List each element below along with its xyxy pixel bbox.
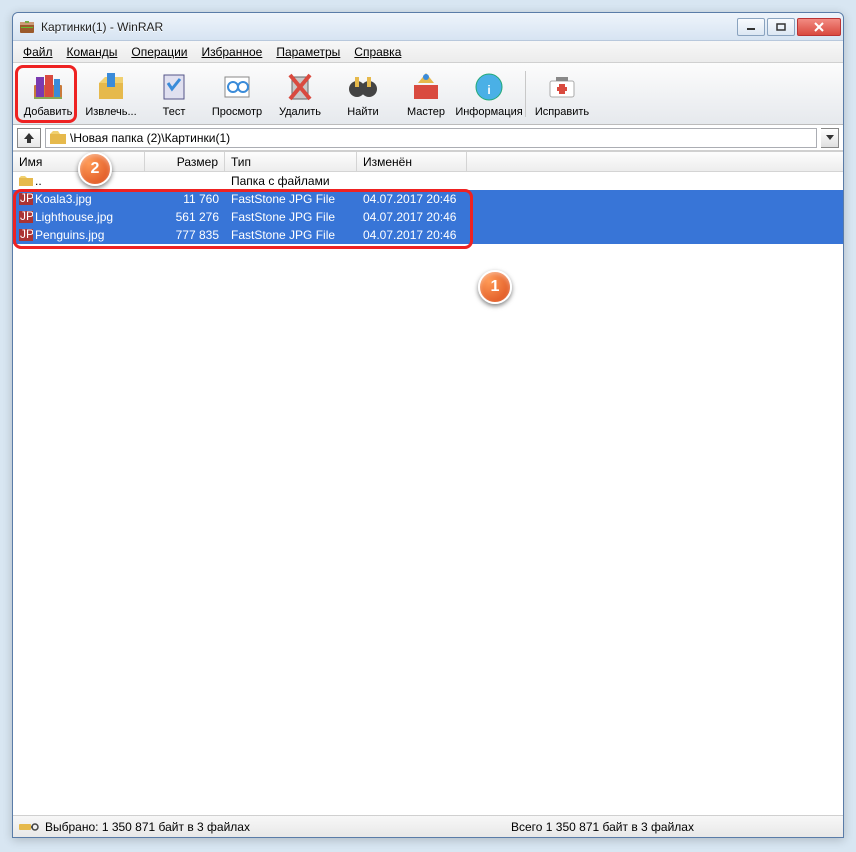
- extract-icon: [93, 69, 129, 105]
- svg-text:JPG: JPG: [20, 193, 33, 205]
- maximize-button[interactable]: [767, 18, 795, 36]
- winrar-icon: [19, 19, 35, 35]
- column-header-row: Имя Размер Тип Изменён: [13, 152, 843, 172]
- first-aid-icon: [544, 69, 580, 105]
- repair-button[interactable]: Исправить: [531, 66, 593, 122]
- menubar: Файл Команды Операции Избранное Параметр…: [13, 41, 843, 63]
- menu-options[interactable]: Параметры: [270, 43, 346, 61]
- column-type[interactable]: Тип: [225, 152, 357, 171]
- wizard-icon: [408, 69, 444, 105]
- add-button[interactable]: Добавить: [17, 66, 79, 122]
- window-title: Картинки(1) - WinRAR: [41, 20, 737, 34]
- test-button[interactable]: Тест: [143, 66, 205, 122]
- svg-text:i: i: [487, 83, 490, 97]
- jpg-icon: JPG: [19, 229, 33, 241]
- status-selected: Выбрано: 1 350 871 байт в 3 файлах: [45, 820, 285, 834]
- info-button[interactable]: i Информация: [458, 66, 520, 122]
- delete-button[interactable]: Удалить: [269, 66, 331, 122]
- status-total: Всего 1 350 871 байт в 3 файлах: [511, 820, 751, 834]
- menu-favorites[interactable]: Избранное: [196, 43, 269, 61]
- delete-icon: [282, 69, 318, 105]
- close-button[interactable]: [797, 18, 841, 36]
- menu-file[interactable]: Файл: [17, 43, 59, 61]
- file-list: Имя Размер Тип Изменён .. Папка с файлам…: [13, 151, 843, 815]
- column-size[interactable]: Размер: [145, 152, 225, 171]
- find-button[interactable]: Найти: [332, 66, 394, 122]
- file-row[interactable]: JPGKoala3.jpg 11 760 FastStone JPG File …: [13, 190, 843, 208]
- svg-text:JPG: JPG: [20, 229, 33, 241]
- address-dropdown-button[interactable]: [821, 128, 839, 148]
- drive-icon: [19, 822, 39, 832]
- chevron-down-icon: [826, 135, 834, 141]
- statusbar: Выбрано: 1 350 871 байт в 3 файлах Всего…: [13, 815, 843, 837]
- minimize-button[interactable]: [737, 18, 765, 36]
- file-row[interactable]: JPGLighthouse.jpg 561 276 FastStone JPG …: [13, 208, 843, 226]
- wizard-button[interactable]: Мастер: [395, 66, 457, 122]
- folder-up-icon: [19, 175, 33, 187]
- file-row[interactable]: JPGPenguins.jpg 777 835 FastStone JPG Fi…: [13, 226, 843, 244]
- up-button[interactable]: [17, 128, 41, 148]
- address-bar: \Новая папка (2)\Картинки(1): [13, 125, 843, 151]
- view-button[interactable]: Просмотр: [206, 66, 268, 122]
- address-path: \Новая папка (2)\Картинки(1): [70, 131, 230, 145]
- winrar-window: Картинки(1) - WinRAR Файл Команды Операц…: [12, 12, 844, 838]
- menu-help[interactable]: Справка: [348, 43, 407, 61]
- menu-commands[interactable]: Команды: [61, 43, 124, 61]
- toolbar: Добавить Извлечь... Тест Просмотр Удалит…: [13, 63, 843, 125]
- menu-operations[interactable]: Операции: [125, 43, 193, 61]
- jpg-icon: JPG: [19, 193, 33, 205]
- view-icon: [219, 69, 255, 105]
- test-icon: [156, 69, 192, 105]
- up-arrow-icon: [22, 131, 36, 145]
- books-stack-icon: [30, 69, 66, 105]
- parent-folder-row[interactable]: .. Папка с файлами: [13, 172, 843, 190]
- file-list-body[interactable]: .. Папка с файлами JPGKoala3.jpg 11 760 …: [13, 172, 843, 815]
- column-name[interactable]: Имя: [13, 152, 145, 171]
- column-modified[interactable]: Изменён: [357, 152, 467, 171]
- svg-text:JPG: JPG: [20, 211, 33, 223]
- toolbar-separator: [525, 71, 526, 117]
- titlebar[interactable]: Картинки(1) - WinRAR: [13, 13, 843, 41]
- folder-icon: [50, 131, 66, 145]
- info-icon: i: [471, 69, 507, 105]
- jpg-icon: JPG: [19, 211, 33, 223]
- address-input[interactable]: \Новая папка (2)\Картинки(1): [45, 128, 817, 148]
- binoculars-icon: [345, 69, 381, 105]
- extract-button[interactable]: Извлечь...: [80, 66, 142, 122]
